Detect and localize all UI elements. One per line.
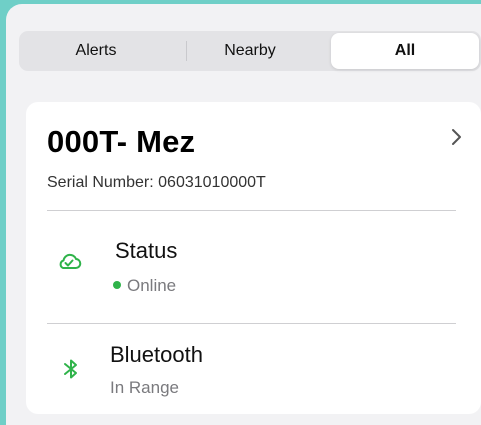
device-name: 000T- Mez bbox=[47, 124, 196, 159]
bluetooth-title: Bluetooth bbox=[110, 342, 203, 367]
cloud-check-icon bbox=[59, 253, 82, 269]
tab-alerts[interactable]: Alerts bbox=[19, 31, 173, 71]
tab-all[interactable]: All bbox=[331, 33, 479, 69]
divider bbox=[47, 323, 456, 324]
status-value: Online bbox=[113, 276, 176, 296]
main-panel: Alerts Nearby All 000T- Mez Serial Numbe… bbox=[6, 4, 481, 425]
chevron-right-icon[interactable] bbox=[449, 127, 463, 147]
status-dot-icon bbox=[113, 281, 121, 289]
device-card[interactable]: 000T- Mez Serial Number: 06031010000T St… bbox=[26, 102, 481, 414]
bluetooth-value: In Range bbox=[110, 378, 179, 397]
status-title: Status bbox=[115, 238, 178, 263]
serial-number: Serial Number: 06031010000T bbox=[47, 174, 266, 191]
divider bbox=[47, 210, 456, 211]
view-filter-segmented-control: Alerts Nearby All bbox=[19, 31, 481, 71]
tab-nearby[interactable]: Nearby bbox=[173, 31, 327, 71]
bluetooth-icon bbox=[64, 359, 77, 379]
status-value-text: Online bbox=[127, 276, 177, 295]
